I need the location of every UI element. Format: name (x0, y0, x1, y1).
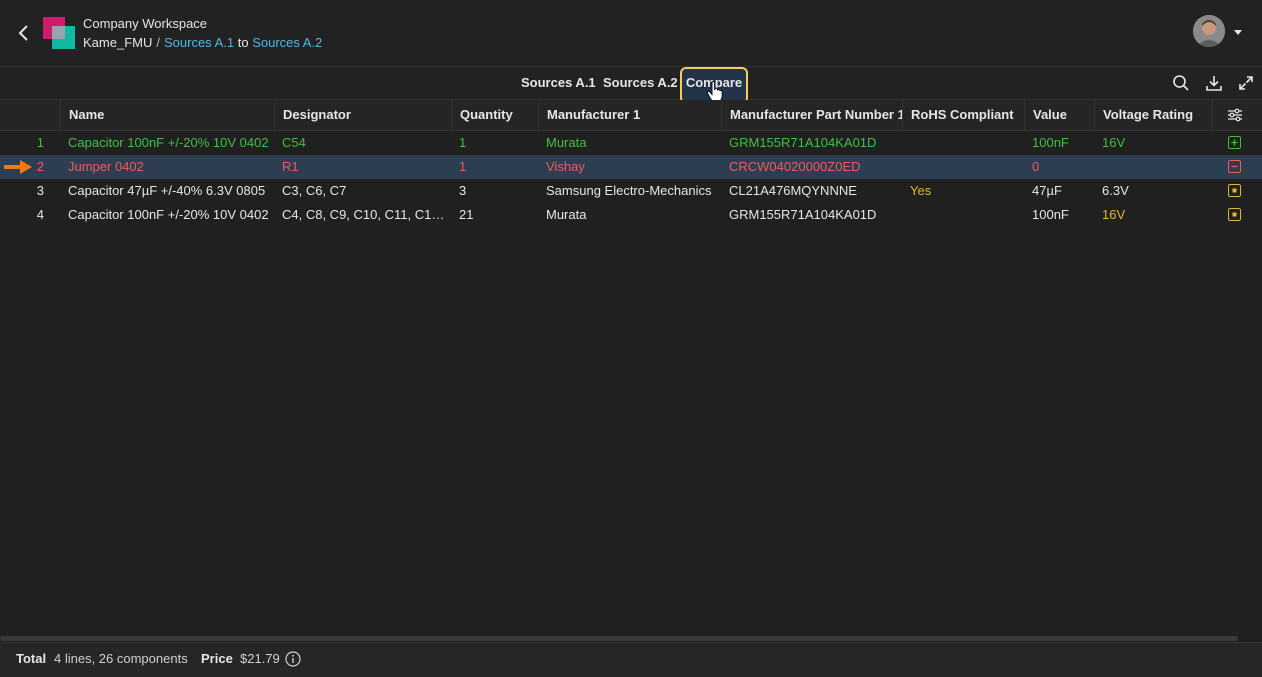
cell-designator: C3, C6, C7 (282, 183, 347, 198)
cell-manufacturer: Vishay (546, 159, 585, 174)
cell-rohs (902, 203, 1024, 227)
cell-voltage: 16V (1102, 207, 1126, 222)
cell-value: 100nF (1032, 207, 1069, 222)
column-header-rohs[interactable]: RoHS Compliant (902, 100, 1024, 130)
cell-quantity: 1 (459, 135, 467, 150)
search-icon[interactable] (1172, 74, 1190, 92)
cell-value: 100nF (1032, 135, 1069, 150)
row-index: 4 (36, 207, 44, 222)
changed-status-icon (1228, 208, 1241, 221)
added-status-icon (1228, 136, 1241, 149)
cell-name: Capacitor 100nF +/-20% 10V 0402 (68, 135, 269, 150)
workspace-logo (43, 17, 75, 49)
column-header-quantity[interactable]: Quantity (451, 100, 538, 130)
row-index: 1 (36, 135, 44, 150)
cell-voltage: 6.3V (1102, 183, 1129, 198)
column-header-name[interactable]: Name (60, 100, 274, 130)
cell-manufacturer: Murata (546, 135, 587, 150)
cell-designator: C54 (282, 135, 306, 150)
cell-mpn: GRM155R71A104KA01D (729, 135, 877, 150)
tab-sources-a1[interactable]: Sources A.1 (521, 75, 596, 90)
tab-sources-a2[interactable]: Sources A.2 (603, 75, 678, 90)
download-icon[interactable] (1205, 74, 1223, 92)
column-header-voltage[interactable]: Voltage Rating (1094, 100, 1212, 130)
column-header-mpn[interactable]: Manufacturer Part Number 1 (721, 100, 902, 130)
breadcrumb-separator: / (156, 35, 160, 50)
cell-value: 0 (1032, 159, 1040, 174)
breadcrumb-to-label: to (237, 35, 249, 50)
cell-quantity: 3 (459, 183, 467, 198)
cell-rohs: Yes (910, 183, 932, 198)
source-from-link[interactable]: Sources A.1 (164, 35, 234, 50)
avatar[interactable] (1193, 15, 1225, 47)
cell-designator: R1 (282, 159, 299, 174)
table-header: Name Designator Quantity Manufacturer 1 … (0, 100, 1262, 131)
cell-rohs (902, 131, 1024, 155)
column-settings[interactable] (1212, 100, 1262, 130)
view-toolbar: Sources A.1 Sources A.2 Compare (0, 67, 1262, 104)
source-to-link[interactable]: Sources A.2 (252, 35, 322, 50)
removed-status-icon (1228, 160, 1241, 173)
changed-status-icon (1228, 184, 1241, 197)
column-header-value[interactable]: Value (1024, 100, 1094, 130)
cell-voltage: 16V (1102, 135, 1126, 150)
row-index: 3 (36, 183, 44, 198)
chevron-down-icon[interactable] (1233, 27, 1243, 37)
cell-mpn: GRM155R71A104KA01D (729, 207, 877, 222)
breadcrumb: Kame_FMU / Sources A.1 to Sources A.2 (83, 35, 322, 50)
column-header-designator[interactable]: Designator (274, 100, 451, 130)
cell-quantity: 21 (459, 207, 474, 222)
cell-manufacturer: Murata (546, 207, 587, 222)
table-row-selected[interactable]: 2 Jumper 0402 R1 1 Vishay CRCW04020000Z0… (0, 155, 1262, 179)
cell-name: Capacitor 100nF +/-20% 10V 0402 (68, 207, 269, 222)
price-value: $21.79 (240, 651, 280, 666)
info-icon[interactable] (285, 651, 301, 667)
cell-name: Jumper 0402 (68, 159, 144, 174)
cell-voltage (1094, 155, 1212, 179)
app-header: Company Workspace Kame_FMU / Sources A.1 t… (0, 0, 1262, 67)
back-arrow-icon[interactable] (14, 22, 34, 44)
sliders-icon[interactable] (1227, 108, 1243, 122)
cell-quantity: 1 (459, 159, 467, 174)
total-label: Total (16, 651, 47, 666)
cell-mpn: CRCW04020000Z0ED (729, 159, 861, 174)
price-label: Price (201, 651, 233, 666)
horizontal-scrollbar[interactable] (0, 636, 1238, 641)
summary-footer: Total 4 lines, 26 components Price $21.7… (0, 642, 1262, 677)
column-header-manufacturer[interactable]: Manufacturer 1 (538, 100, 721, 130)
cell-mpn: CL21A476MQYNNNE (729, 183, 857, 198)
total-value: 4 lines, 26 components (54, 651, 188, 666)
cell-value: 47µF (1032, 183, 1062, 198)
row-index: 2 (36, 159, 44, 174)
project-name[interactable]: Kame_FMU (83, 35, 152, 50)
table-row[interactable]: 3 Capacitor 47µF +/-40% 6.3V 0805 C3, C6… (0, 179, 1262, 203)
workspace-name: Company Workspace (83, 16, 208, 31)
cell-designator: C4, C8, C9, C10, C11, C12, C13, C14, C15… (282, 207, 451, 222)
table-row[interactable]: 4 Capacitor 100nF +/-20% 10V 0402 C4, C8… (0, 203, 1262, 227)
cell-manufacturer: Samsung Electro-Mechanics (546, 183, 712, 198)
column-header-index (0, 100, 60, 130)
user-avatar-icon (1193, 15, 1225, 47)
table-row[interactable]: 1 Capacitor 100nF +/-20% 10V 0402 C54 1 … (0, 131, 1262, 155)
expand-icon[interactable] (1237, 74, 1255, 92)
cell-rohs (902, 155, 1024, 179)
cell-name: Capacitor 47µF +/-40% 6.3V 0805 (68, 183, 266, 198)
